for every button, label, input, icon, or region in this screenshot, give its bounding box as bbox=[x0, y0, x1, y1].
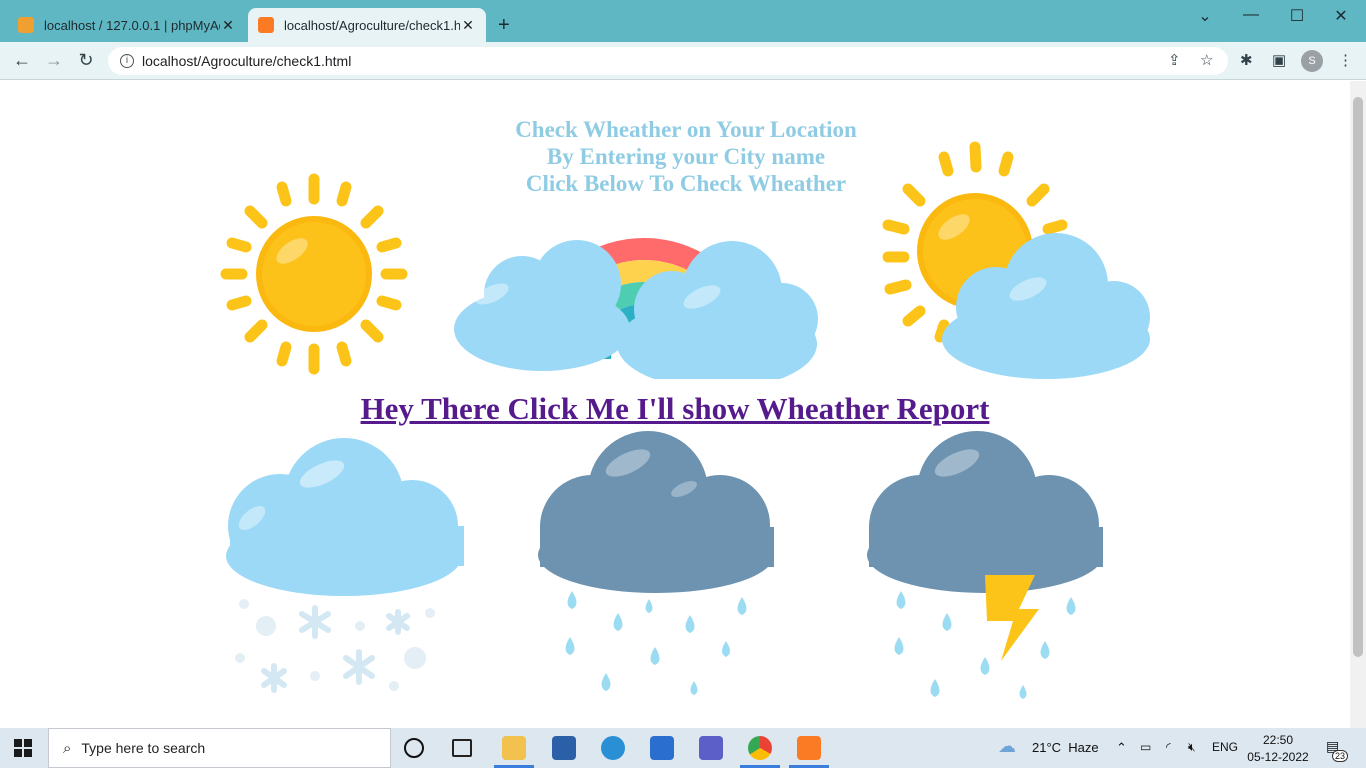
partly-sunny-icon bbox=[882, 141, 1150, 379]
tab-check1[interactable]: localhost/Agroculture/check1.htm ✕ bbox=[248, 8, 486, 42]
rain-cloud-icon bbox=[538, 431, 774, 695]
windows-taskbar: ⌕ Type here to search ☁ 21°C Haze ⌃ ▭ ◜ … bbox=[0, 728, 1366, 768]
site-info-icon[interactable]: i bbox=[120, 54, 134, 68]
address-text: localhost/Agroculture/check1.html bbox=[142, 53, 352, 69]
forward-button[interactable]: → bbox=[42, 50, 66, 71]
share-icon[interactable]: ⇪ bbox=[1168, 51, 1181, 69]
cortana-icon[interactable] bbox=[404, 738, 424, 758]
show-hidden-icons[interactable]: ⌃ bbox=[1116, 740, 1127, 756]
clock-time: 22:50 bbox=[1262, 733, 1294, 747]
volume-muted-icon[interactable]: 🔇︎ bbox=[1188, 740, 1196, 755]
tab-title: localhost / 127.0.0.1 | phpMyAdm bbox=[44, 17, 220, 33]
profile-avatar[interactable]: S bbox=[1301, 50, 1323, 72]
heading-line-2: By Entering your City name bbox=[546, 144, 826, 169]
tab-bar: localhost / 127.0.0.1 | phpMyAdm ✕ local… bbox=[0, 0, 1366, 42]
minimize-button[interactable]: — bbox=[1228, 6, 1274, 24]
weather-report-link[interactable]: Hey There Click Me I'll show Wheather Re… bbox=[300, 391, 1050, 427]
taskbar-search-box[interactable]: ⌕ Type here to search bbox=[48, 728, 391, 768]
menu-icon[interactable]: ⋮ bbox=[1338, 51, 1353, 69]
wifi-icon[interactable]: ◜ bbox=[1166, 740, 1171, 754]
language-indicator[interactable]: ENG bbox=[1212, 740, 1238, 754]
xampp-favicon-icon bbox=[258, 17, 274, 33]
maximize-button[interactable]: ☐ bbox=[1274, 6, 1320, 26]
tab-phpmyadmin[interactable]: localhost / 127.0.0.1 | phpMyAdm ✕ bbox=[8, 8, 246, 42]
windows-start-icon[interactable] bbox=[14, 739, 32, 757]
bookmark-star-icon[interactable]: ☆ bbox=[1200, 51, 1213, 69]
browser-toolbar: ← → ↻ i localhost/Agroculture/check1.htm… bbox=[0, 42, 1366, 80]
heading-line-1: Check Wheather on Your Location bbox=[515, 117, 857, 142]
task-view-icon[interactable] bbox=[452, 739, 472, 757]
new-tab-button[interactable]: + bbox=[498, 14, 510, 37]
tab-title: localhost/Agroculture/check1.htm bbox=[284, 17, 460, 33]
close-tab-icon[interactable]: ✕ bbox=[220, 17, 236, 34]
microsoft-store-icon[interactable] bbox=[552, 736, 576, 760]
back-button[interactable]: ← bbox=[10, 50, 34, 71]
close-window-button[interactable]: ✕ bbox=[1318, 6, 1364, 26]
teams-icon[interactable] bbox=[699, 736, 723, 760]
chrome-icon[interactable] bbox=[748, 736, 772, 760]
file-explorer-icon[interactable] bbox=[502, 736, 526, 760]
close-tab-icon[interactable]: ✕ bbox=[460, 17, 476, 34]
tab-search-icon[interactable]: ⌄ bbox=[1182, 6, 1228, 26]
snow-cloud-icon bbox=[226, 438, 464, 693]
clock[interactable]: 22:50 05-12-2022 bbox=[1246, 732, 1310, 766]
rainbow-clouds-icon bbox=[454, 238, 818, 379]
page-scrollbar[interactable] bbox=[1350, 81, 1366, 728]
search-placeholder: Type here to search bbox=[81, 740, 206, 756]
weather-widget[interactable]: 21°C Haze bbox=[1032, 740, 1099, 755]
reload-button[interactable]: ↻ bbox=[74, 50, 98, 71]
address-bar[interactable]: i localhost/Agroculture/check1.html bbox=[108, 47, 1228, 75]
heading-line-3: Click Below To Check Wheather bbox=[525, 171, 847, 196]
xampp-icon[interactable] bbox=[797, 736, 821, 760]
page-heading: Check Wheather on Your Location By Enter… bbox=[460, 116, 912, 197]
page-viewport: Check Wheather on Your Location By Enter… bbox=[0, 81, 1350, 728]
edge-browser-icon[interactable] bbox=[601, 736, 625, 760]
weather-haze-icon[interactable]: ☁ bbox=[998, 736, 1016, 757]
mail-icon[interactable] bbox=[650, 736, 674, 760]
clock-date: 05-12-2022 bbox=[1247, 750, 1309, 764]
side-panel-icon[interactable]: ▣ bbox=[1272, 51, 1286, 69]
search-icon: ⌕ bbox=[63, 739, 72, 757]
extensions-icon[interactable]: ✱ bbox=[1240, 51, 1253, 69]
thunderstorm-icon bbox=[867, 431, 1103, 699]
sun-icon bbox=[220, 173, 408, 375]
notification-count: 23 bbox=[1332, 750, 1349, 762]
phpmyadmin-favicon-icon bbox=[18, 17, 34, 33]
battery-icon[interactable]: ▭ bbox=[1140, 740, 1151, 754]
scrollbar-thumb[interactable] bbox=[1353, 97, 1363, 657]
